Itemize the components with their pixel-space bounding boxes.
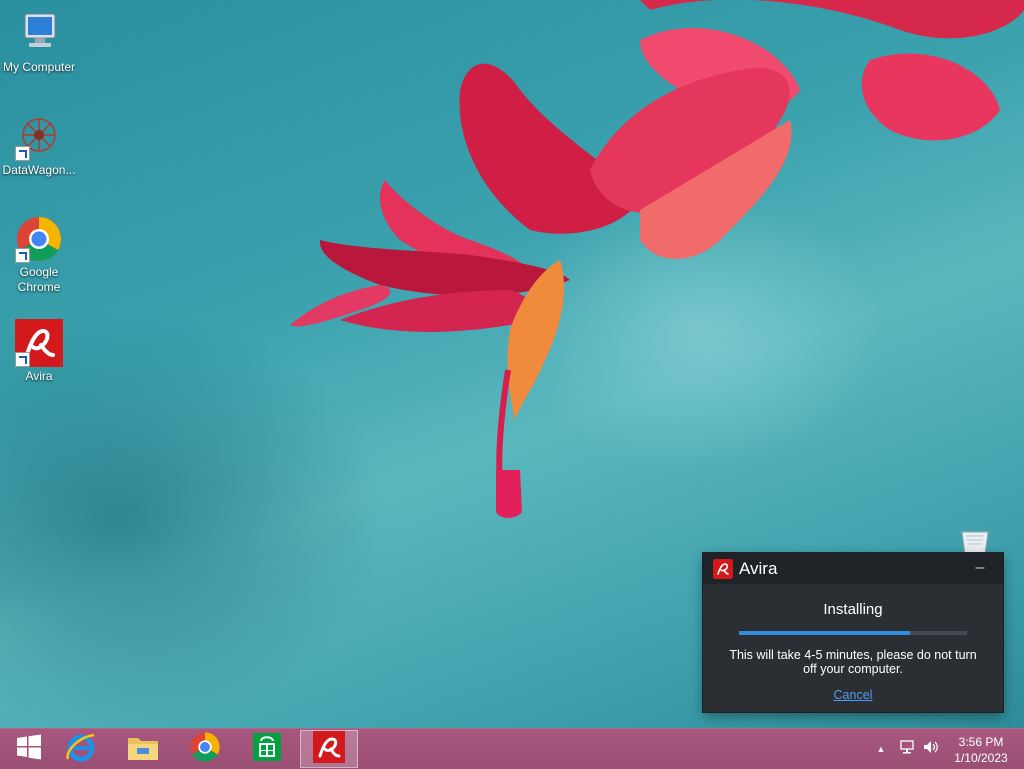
computer-icon [15,10,63,58]
cancel-link[interactable]: Cancel [703,688,1003,702]
avira-icon [313,730,345,768]
system-clock[interactable]: 3:56 PM 1/10/2023 [946,734,1016,766]
clock-date: 1/10/2023 [954,751,1008,765]
show-hidden-icons-icon: ▲ [876,744,886,754]
network-button[interactable] [896,729,918,769]
desktop-icon-label: My Computer [2,60,76,74]
install-progress-bar [739,631,967,635]
taskbar-google-chrome[interactable] [176,730,234,768]
avira-logo-icon [713,558,733,579]
folder-icon [126,732,160,767]
store-icon [252,732,282,767]
taskbar-windows-store[interactable] [238,730,296,768]
avira-title-bar[interactable]: Avira – [703,553,1003,584]
shortcut-arrow-icon [15,352,30,367]
taskbar-file-explorer[interactable] [114,730,172,768]
shortcut-arrow-icon [15,146,30,161]
volume-icon [922,739,940,760]
taskbar-avira[interactable] [300,730,358,768]
install-status: Installing [823,601,883,618]
recycle-bin-icon[interactable] [958,528,992,555]
clock-time: 3:56 PM [958,735,1004,749]
avira-installer-window: Avira – Installing This will take 4-5 mi… [703,553,1003,712]
avira-window-title: Avira [739,558,778,578]
install-message: This will take 4-5 minutes, please do no… [729,648,977,676]
shortcut-arrow-icon [15,248,30,263]
datawagon-icon [15,113,63,161]
volume-button[interactable] [920,729,942,769]
avira-icon [15,319,63,367]
desktop-icon-google-chrome[interactable]: Google Chrome [0,215,78,295]
desktop-icon-label: Google Chrome [17,265,61,294]
start-button[interactable] [0,730,58,768]
desktop-icon-avira[interactable]: Avira [0,319,78,384]
minimize-button[interactable]: – [971,559,989,577]
desktop-icon-my-computer[interactable]: My Computer [0,10,78,75]
install-progress-fill [739,631,910,635]
windows-logo-icon [16,734,42,765]
internet-explorer-icon [65,731,97,768]
desktop-icon-datawagon[interactable]: DataWagon... [0,113,78,178]
show-hidden-icons-button[interactable]: ▲ [872,729,890,769]
network-icon [899,739,915,760]
chrome-icon [189,731,221,768]
chrome-icon [15,215,63,263]
desktop-icon-label: DataWagon... [2,163,76,177]
taskbar: ▲ 3:56 PM 1/10/2023 [0,728,1024,769]
desktop-icon-label: Avira [25,369,53,383]
taskbar-internet-explorer[interactable] [52,730,110,768]
